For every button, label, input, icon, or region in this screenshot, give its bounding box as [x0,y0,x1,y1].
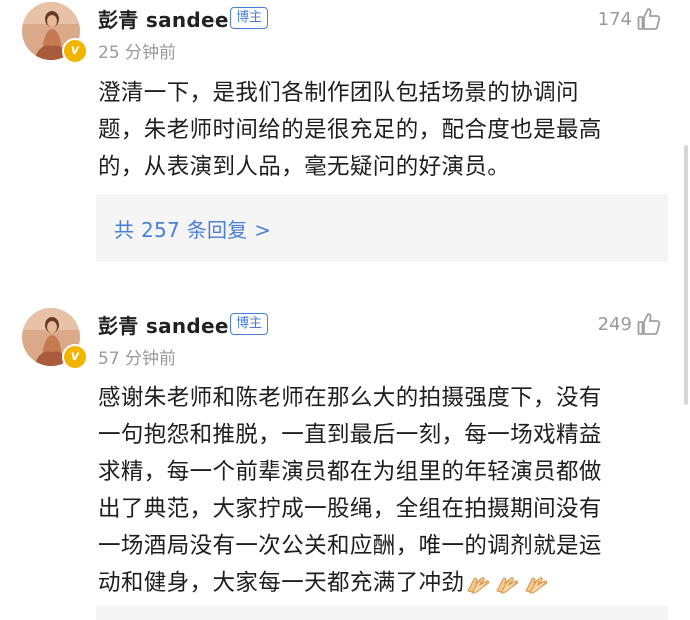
comment-text: 澄清一下，是我们各制作团队包括场景的协调问 题，朱老师时间给的是很充足的，配合度… [98,75,666,186]
comment-line: 一场酒局没有一次公关和应酬，唯一的调剂就是运 [98,533,602,559]
comment-line: 出了典范，大家拧成一股绳，全组在拍摄期间没有 [98,496,602,522]
timestamp: 57 分钟前 [98,349,177,369]
author-badge: 博主 [230,7,269,29]
comment-item: v 彭青 sandee 博主 25 分钟前 174 澄清一下，是我们各制作团队包… [0,0,690,290]
emoji-group [464,565,551,602]
comment-text: 感谢朱老师和陈老师在那么大的拍摄强度下，没有 一句抱怨和推脱，一直到最后一刻，每… [98,380,666,602]
scrollbar[interactable] [684,145,688,405]
like-count: 249 [597,313,632,335]
like-button[interactable]: 174 [598,6,662,32]
clapping-hands-icon [467,576,490,594]
replies-box[interactable]: 共 257 条回复 > [96,194,668,262]
clapping-hands-icon [525,576,548,594]
thumbs-up-icon [637,313,661,335]
like-count: 174 [597,8,632,30]
comment-item: v 彭青 sandee 博主 57 分钟前 249 感谢朱老师和陈老师在那么大的… [0,290,690,620]
comment-line: 一句抱怨和推脱，一直到最后一刻，每一场戏精益 [98,422,602,448]
comment-line: 的，从表演到人品，毫无疑问的好演员。 [98,154,511,180]
timestamp: 25 分钟前 [98,43,177,63]
comment-line: 求精，每一个前辈演员都在为组里的年轻演员都做 [98,459,602,485]
author-badge: 博主 [230,313,269,335]
clapping-hands-icon [496,576,519,594]
thumbs-up-icon [637,8,661,30]
username[interactable]: 彭青 sandee [98,4,229,33]
verified-badge-icon: v [62,344,88,370]
avatar[interactable]: v [22,2,88,64]
comment-line: 题，朱老师时间给的是很充足的，配合度也是最高 [98,117,602,143]
avatar[interactable]: v [22,308,88,370]
verified-badge-icon: v [62,38,88,64]
comment-line: 澄清一下，是我们各制作团队包括场景的协调问 [98,80,579,106]
username[interactable]: 彭青 sandee [98,310,229,339]
replies-box[interactable] [96,606,668,620]
comment-feed: v 彭青 sandee 博主 25 分钟前 174 澄清一下，是我们各制作团队包… [0,0,690,620]
view-replies-link[interactable]: 共 257 条回复 > [114,214,271,243]
comment-line: 感谢朱老师和陈老师在那么大的拍摄强度下，没有 [98,385,602,411]
comment-line: 动和健身，大家每一天都充满了冲劲 [98,570,465,596]
like-button[interactable]: 249 [598,311,662,337]
